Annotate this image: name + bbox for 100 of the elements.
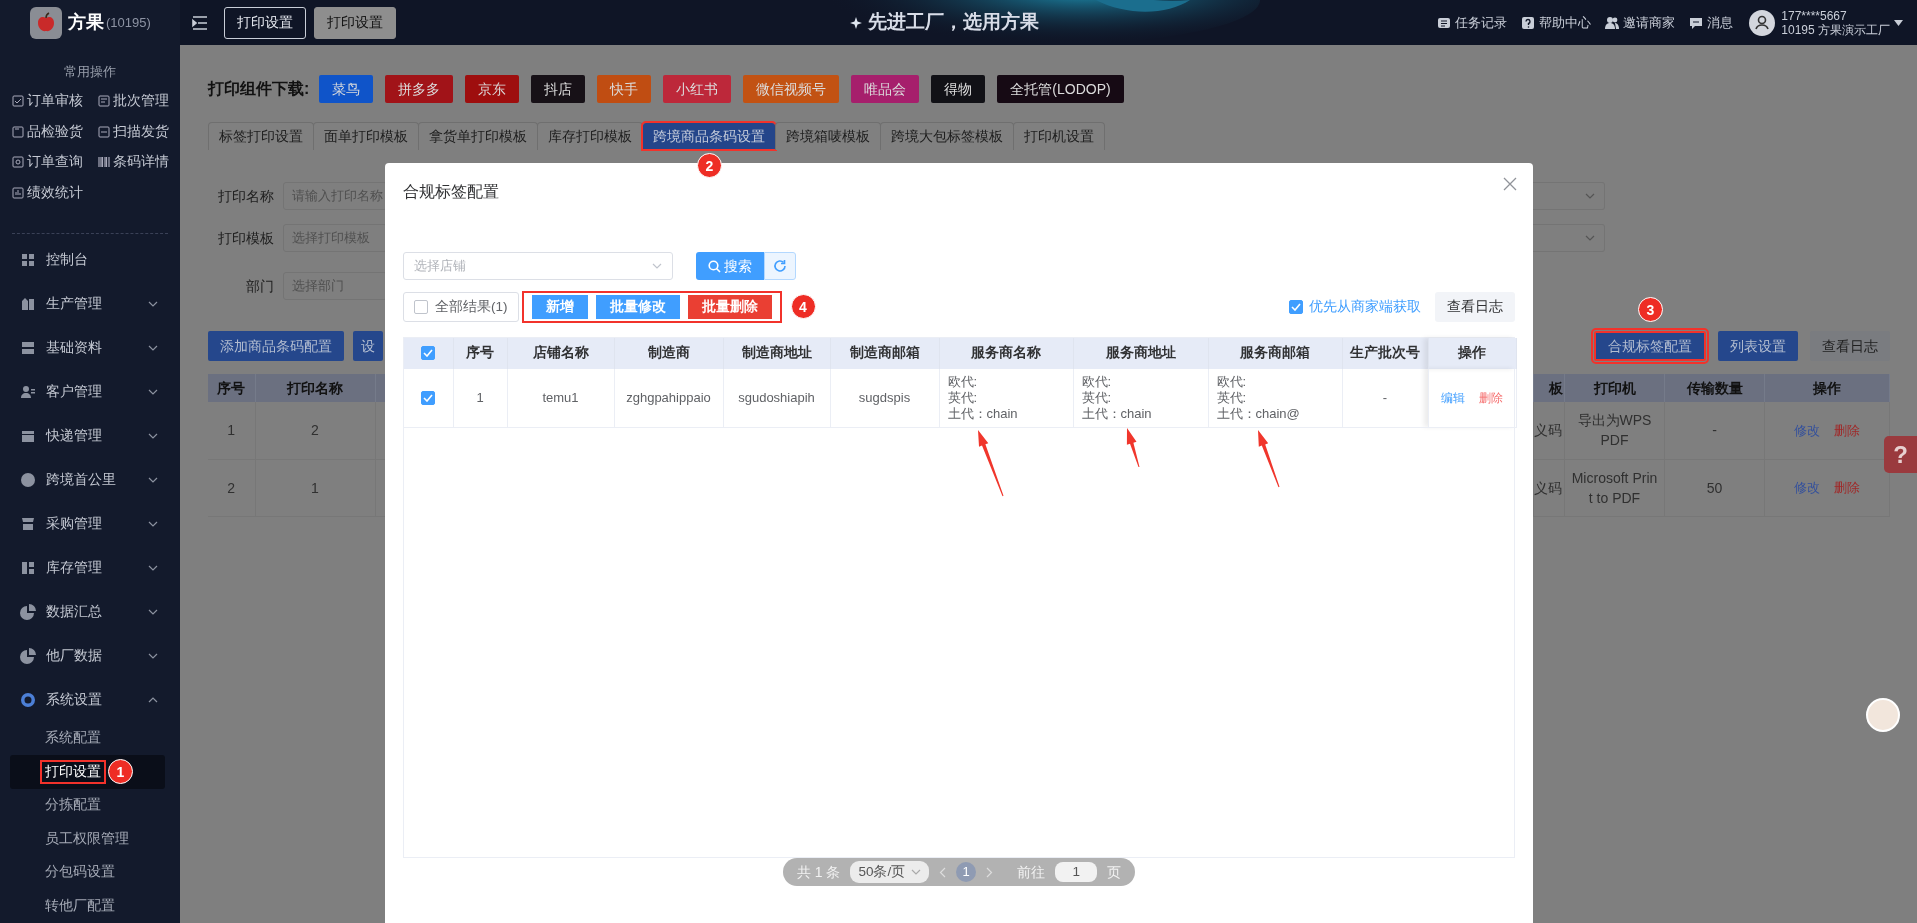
menu-item[interactable]: 客户管理	[0, 369, 180, 414]
annotation-arrow	[1126, 428, 1140, 468]
action-button[interactable]: 查看日志	[1810, 331, 1890, 361]
download-button[interactable]: 菜鸟	[319, 75, 374, 103]
menu-item[interactable]: 快递管理	[0, 413, 180, 458]
help-icon	[1521, 15, 1536, 30]
download-button[interactable]: 全托管(LODOP)	[997, 75, 1124, 103]
page-size-select[interactable]: 50条/页	[850, 860, 930, 884]
action-button[interactable]: 设	[353, 331, 383, 361]
quick-link[interactable]: 绩效统计	[12, 182, 98, 203]
table-cell: 1	[453, 369, 507, 427]
pie-chart-icon	[20, 647, 36, 664]
tab[interactable]: 标签打印设置	[208, 122, 314, 150]
menu-item[interactable]: 生产管理	[0, 281, 180, 326]
header-tab[interactable]: 打印设置	[314, 6, 396, 39]
column-header: 服务商邮箱	[1208, 338, 1342, 369]
menu-item[interactable]: 控制台	[0, 237, 180, 282]
download-button[interactable]: 拼多多	[385, 75, 454, 103]
column-header: 操作	[1428, 338, 1516, 369]
header-link[interactable]: 消息	[1689, 12, 1734, 33]
user-avatar-icon	[1749, 9, 1776, 36]
action-button[interactable]: 批量删除	[687, 295, 772, 319]
quick-link[interactable]: 条码详情	[98, 152, 180, 172]
download-button[interactable]: 得物	[931, 75, 986, 103]
step-badge: 1	[108, 759, 133, 784]
menu-item[interactable]: 系统设置	[0, 677, 180, 722]
sparkle-icon	[850, 16, 862, 29]
company-name: 10195 方果演示工厂	[1781, 22, 1890, 37]
submenu-item[interactable]: 员工权限管理	[40, 826, 134, 851]
step-badge: 4	[790, 294, 816, 319]
help-tab[interactable]: ?	[1884, 436, 1917, 473]
action-button[interactable]: 列表设置	[1718, 331, 1798, 361]
page-input[interactable]: 1	[1055, 862, 1098, 882]
action-button[interactable]: 添加商品条码配置	[208, 331, 344, 361]
annotation-arrow	[1258, 430, 1280, 488]
close-icon[interactable]	[1503, 177, 1517, 191]
tab[interactable]: 跨境箱唛模板	[775, 122, 881, 150]
column-header: 操作	[1764, 374, 1890, 402]
submenu-item[interactable]: 分包码设置	[40, 860, 120, 885]
submenu-item[interactable]: 打印设置	[40, 759, 106, 784]
download-button[interactable]: 唯品会	[851, 75, 920, 103]
square-icon	[12, 125, 24, 138]
menu-item[interactable]: 采购管理	[0, 501, 180, 546]
menu-item[interactable]: 基础资料	[0, 325, 180, 370]
refresh-icon	[773, 259, 787, 273]
download-button[interactable]: 快手	[597, 75, 652, 103]
menu-item[interactable]: 库存管理	[0, 545, 180, 590]
quick-link[interactable]: 扫描发货	[98, 121, 180, 142]
column-header: 服务商名称	[939, 338, 1073, 369]
submenu-item[interactable]: 系统配置	[40, 726, 106, 751]
drawer-icon	[20, 339, 36, 356]
step-badge: 3	[1638, 297, 1663, 322]
table-cell: sgudoshiapih	[723, 369, 830, 427]
field-label: 打印名称	[217, 186, 274, 206]
list-icon	[1437, 15, 1452, 30]
checkbox-icon	[12, 95, 24, 107]
quick-link[interactable]: 批次管理	[98, 91, 180, 111]
search-icon	[708, 259, 721, 273]
account-id: (10195)	[106, 13, 151, 32]
field-label: 部门	[245, 276, 274, 296]
checkbox[interactable]	[421, 346, 436, 361]
download-button[interactable]: 京东	[465, 75, 520, 103]
next-page-icon[interactable]	[986, 866, 994, 878]
header-link[interactable]: 邀请商家	[1605, 12, 1676, 33]
total-count: 共 1 条	[796, 862, 841, 882]
blocks-icon	[20, 559, 36, 576]
checkbox[interactable]	[1289, 300, 1303, 314]
header-link[interactable]: 帮助中心	[1521, 12, 1592, 33]
header-link[interactable]: 任务记录	[1437, 12, 1508, 33]
quick-link[interactable]: 订单审核	[12, 91, 98, 111]
assistant-avatar[interactable]	[1866, 698, 1900, 732]
checkbox[interactable]	[421, 390, 436, 405]
download-button[interactable]: 抖店	[531, 75, 586, 103]
table-cell: 1	[255, 459, 375, 516]
column-header: 服务商地址	[1073, 338, 1208, 369]
quick-link[interactable]: 订单查询	[12, 152, 98, 172]
download-button[interactable]: 小红书	[663, 75, 732, 103]
column-header: 序号	[208, 374, 255, 402]
log-button[interactable]: 查看日志	[1435, 292, 1515, 322]
menu-item[interactable]: 他厂数据	[0, 633, 180, 678]
checkbox[interactable]	[414, 300, 428, 314]
download-button[interactable]: 微信视频号	[743, 75, 840, 103]
menu-item[interactable]: 数据汇总	[0, 589, 180, 634]
quick-link[interactable]: 品检验货	[12, 121, 98, 142]
column-header: 生产批次号	[1342, 338, 1428, 369]
table-cell: zghgpahippaio	[614, 369, 723, 427]
brand-name: 方果	[68, 11, 104, 34]
previous-page-icon[interactable]	[939, 866, 947, 878]
submenu-item[interactable]: 分拣配置	[40, 793, 106, 818]
table-cell: 导出为WPS PDF	[1564, 402, 1665, 459]
chart-icon	[12, 186, 24, 199]
document-icon	[98, 95, 110, 107]
column-header: 制造商地址	[723, 338, 830, 369]
tab[interactable]: 打印机设置	[1013, 122, 1105, 150]
all-results-toggle[interactable]: 全部结果(1)	[403, 292, 519, 322]
header-tab[interactable]: 打印设置	[224, 6, 306, 39]
grid-icon	[20, 251, 36, 268]
menu-item[interactable]: 跨境首公里	[0, 457, 180, 502]
refresh-button[interactable]	[764, 252, 796, 280]
submenu-item[interactable]: 转他厂配置	[40, 893, 120, 918]
